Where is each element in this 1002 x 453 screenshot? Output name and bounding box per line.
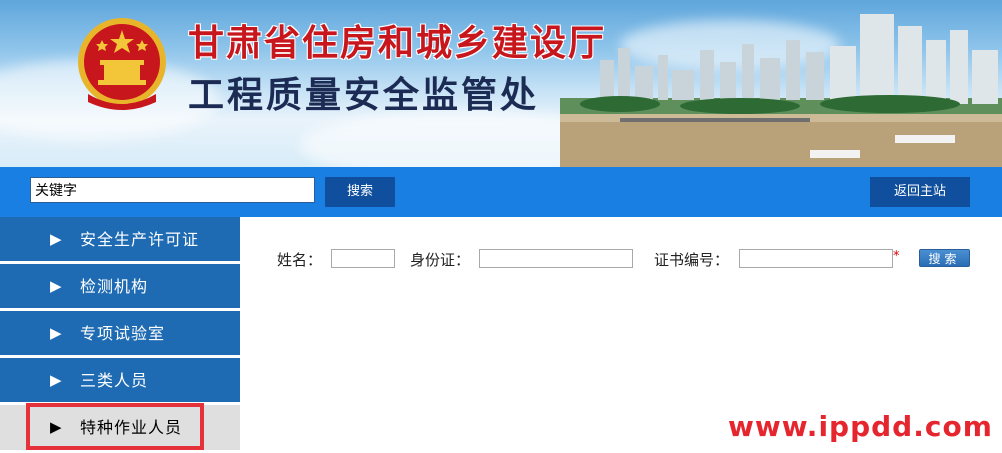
header-banner: 甘肃省住房和城乡建设厅 工程质量安全监管处 <box>0 0 1002 167</box>
search-bar: 搜索 返回主站 <box>0 167 1002 217</box>
sidebar-item-label: 三类人员 <box>80 371 149 390</box>
query-search-button[interactable]: 搜索 <box>919 249 970 267</box>
keyword-search-button[interactable]: 搜索 <box>325 177 395 207</box>
triangle-right-icon: ▶ <box>50 418 63 436</box>
triangle-right-icon: ▶ <box>50 324 63 342</box>
triangle-right-icon: ▶ <box>50 277 63 295</box>
sidebar-item-three-types-personnel[interactable]: ▶ 三类人员 <box>0 358 240 403</box>
triangle-right-icon: ▶ <box>50 230 63 248</box>
sidebar-item-testing-agency[interactable]: ▶ 检测机构 <box>0 264 240 309</box>
id-card-field[interactable] <box>479 249 633 268</box>
city-skyline-image <box>560 14 1002 167</box>
site-subtitle: 工程质量安全监管处 <box>188 75 540 116</box>
return-home-button[interactable]: 返回主站 <box>870 177 970 207</box>
sidebar-item-label: 特种作业人员 <box>80 418 183 437</box>
national-emblem-icon <box>78 18 166 110</box>
id-card-label: 身份证： <box>410 251 471 269</box>
sidebar-item-label: 安全生产许可证 <box>80 230 200 249</box>
sidebar-item-label: 专项试验室 <box>80 324 166 343</box>
sidebar-item-safety-license[interactable]: ▶ 安全生产许可证 <box>0 217 240 262</box>
site-title: 甘肃省住房和城乡建设厅 <box>188 23 607 64</box>
triangle-right-icon: ▶ <box>50 371 63 389</box>
sidebar-item-special-operations-personnel[interactable]: ▶ 特种作业人员 <box>0 405 240 450</box>
sidebar-item-label: 检测机构 <box>80 277 149 296</box>
sidebar-nav: ▶ 安全生产许可证 ▶ 检测机构 ▶ 专项试验室 ▶ 三类人员 ▶ 特种作业人员 <box>0 217 240 453</box>
watermark-text: www.ippdd.com <box>728 410 993 443</box>
sidebar-item-special-lab[interactable]: ▶ 专项试验室 <box>0 311 240 356</box>
required-mark: * <box>893 249 900 264</box>
name-label: 姓名： <box>277 251 323 269</box>
keyword-search-input[interactable] <box>30 177 315 203</box>
name-field[interactable] <box>331 249 395 268</box>
certificate-number-label: 证书编号： <box>654 251 730 269</box>
certificate-number-field[interactable] <box>739 249 893 268</box>
